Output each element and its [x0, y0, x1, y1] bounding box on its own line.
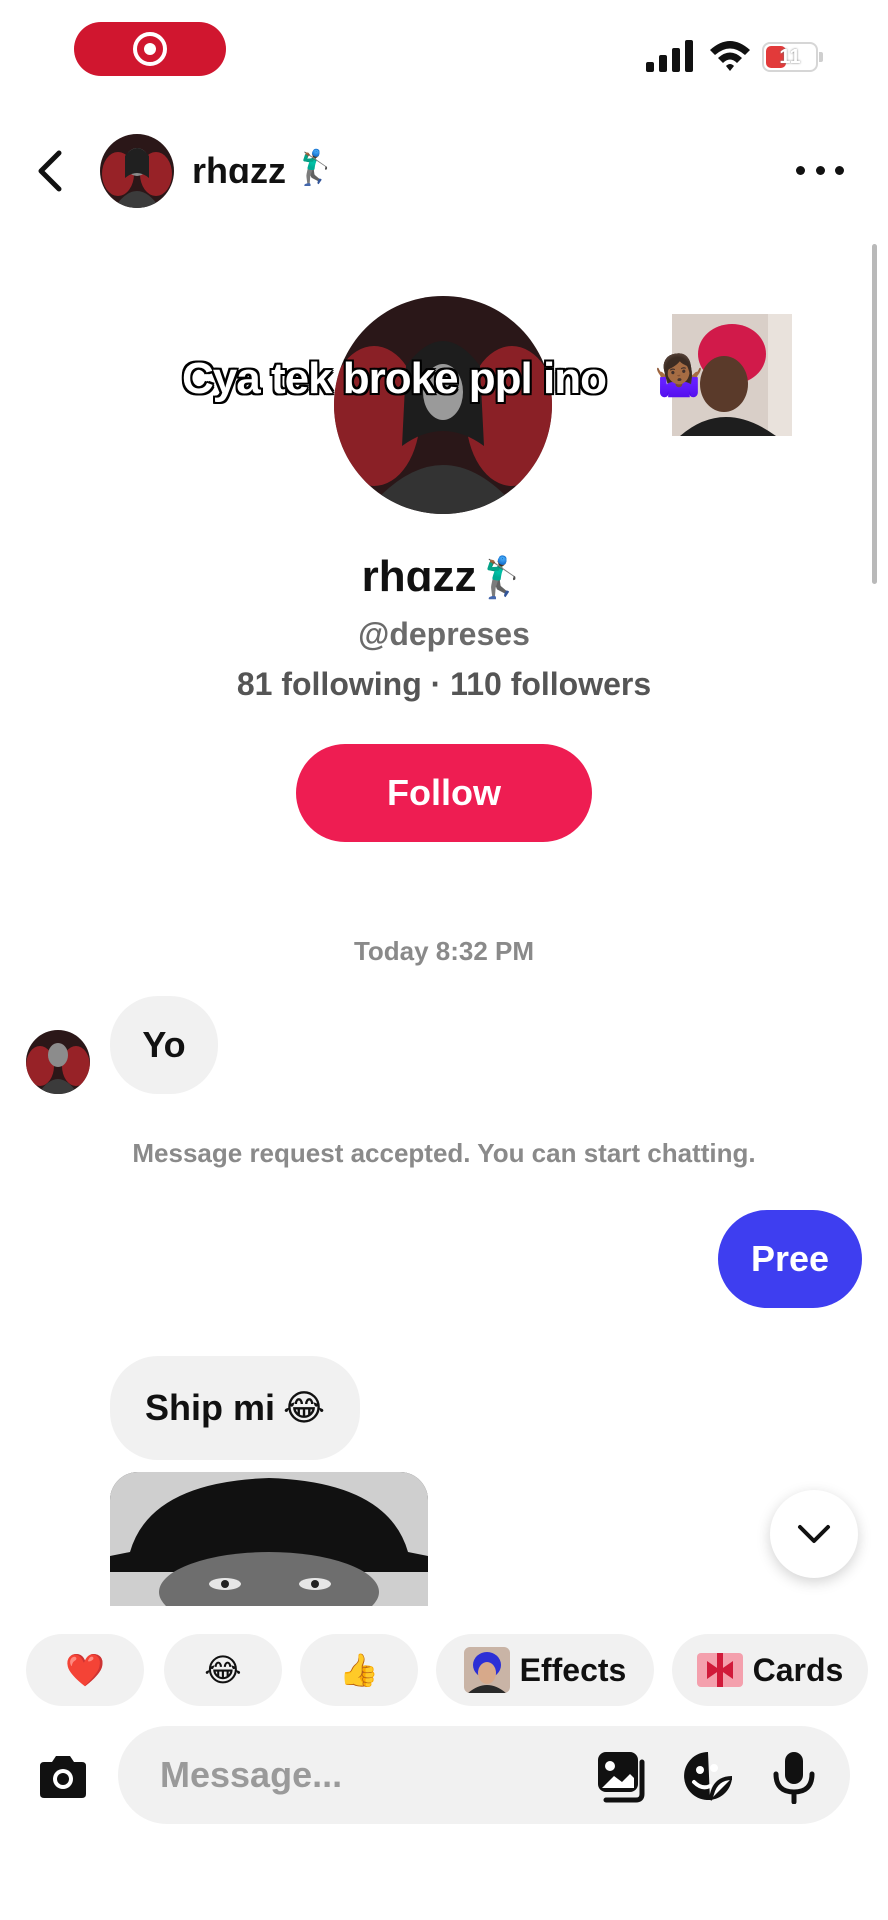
record-icon [133, 32, 167, 66]
profile-avatar[interactable] [334, 296, 552, 514]
profile-name-text: rhɑzz [361, 552, 477, 601]
profile-handle: @depreses [358, 616, 530, 652]
heart-reaction-button[interactable]: ❤️ [26, 1634, 144, 1706]
status-bar: 11 [0, 0, 888, 100]
thumbs-up-icon: 👍 [339, 1652, 379, 1688]
laughing-icon: 😂 [204, 1652, 242, 1688]
message-composer [0, 1726, 888, 1826]
chevron-down-icon [798, 1525, 830, 1543]
message-text: Ship mi [144, 1387, 275, 1428]
effects-button[interactable]: Effects [436, 1634, 654, 1706]
avatar[interactable] [100, 134, 174, 208]
profile-name-emoji: 🏌🏾‍♂️ [476, 556, 527, 600]
more-options-button[interactable] [796, 160, 844, 180]
contact-name-emoji: 🏌🏾‍♂️ [294, 149, 337, 187]
cellular-signal-icon [646, 40, 693, 72]
back-button[interactable] [30, 146, 70, 196]
contact-name[interactable]: rhɑzz [192, 150, 286, 192]
cards-button[interactable]: Cards [672, 1634, 868, 1706]
gallery-icon[interactable] [594, 1748, 650, 1804]
thumbs-up-reaction-button[interactable]: 👍 [300, 1634, 418, 1706]
avatar[interactable] [26, 1030, 90, 1094]
follow-button[interactable]: Follow [296, 744, 592, 842]
battery-level: 11 [779, 45, 801, 68]
quick-reactions-bar: ❤️ 😂 👍 Effects Cards [0, 1634, 888, 1706]
profile-name: rhɑzz🏌🏾‍♂️ [0, 552, 888, 602]
chevron-left-icon [38, 150, 62, 192]
message-input[interactable] [118, 1726, 850, 1824]
cards-thumbnail-icon [696, 1647, 743, 1693]
message-bubble-incoming[interactable]: Ship mi 😂 [110, 1356, 360, 1460]
message-timestamp: Today 8:32 PM [353, 936, 535, 966]
overlay-caption: Cya tek broke ppl ino [182, 354, 607, 403]
effects-label: Effects [519, 1651, 627, 1688]
laugh-reaction-button[interactable]: 😂 [164, 1634, 282, 1706]
system-message: Message request accepted. You can start … [132, 1138, 756, 1168]
heart-icon: ❤️ [65, 1652, 105, 1688]
wifi-icon [710, 41, 750, 71]
camera-icon[interactable] [36, 1750, 90, 1804]
scroll-to-bottom-button[interactable] [770, 1490, 858, 1578]
chat-header: rhɑzz 🏌🏾‍♂️ [0, 120, 888, 220]
message-bubble-outgoing[interactable]: Pree [718, 1210, 862, 1308]
laughing-emoji: 😂 [282, 1387, 326, 1428]
message-bubble-incoming[interactable]: Yo [110, 996, 218, 1094]
cards-label: Cards [752, 1651, 844, 1688]
photo-message[interactable] [110, 1472, 428, 1606]
profile-stats: 81 following · 110 followers [236, 666, 652, 702]
screen-recording-indicator[interactable] [74, 22, 226, 76]
scrollbar[interactable] [872, 244, 877, 584]
caption-emoji: 🤷🏾‍♀️ [654, 354, 704, 398]
effects-thumbnail-icon [463, 1647, 510, 1693]
sticker-icon[interactable] [680, 1748, 736, 1804]
battery-icon: 11 [762, 42, 824, 72]
more-icon [796, 165, 805, 175]
microphone-icon[interactable] [766, 1748, 822, 1804]
